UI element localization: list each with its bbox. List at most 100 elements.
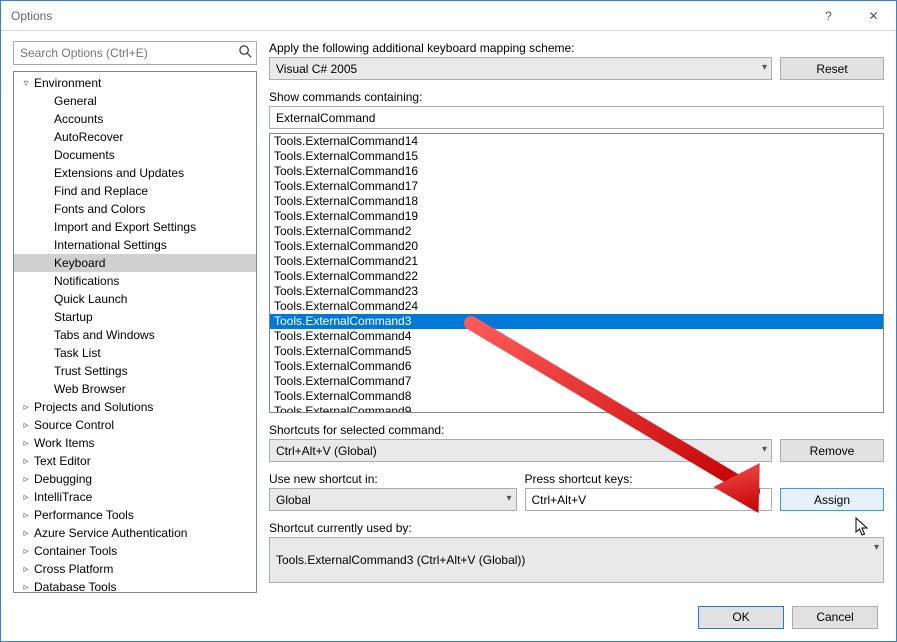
tree-item[interactable]: ▹Cross Platform [14, 560, 256, 578]
expander-closed-icon[interactable]: ▹ [20, 474, 32, 485]
command-list-item[interactable]: Tools.ExternalCommand17 [270, 179, 883, 194]
command-list-item[interactable]: Tools.ExternalCommand2 [270, 224, 883, 239]
tree-item[interactable]: Trust Settings [14, 362, 256, 380]
close-button[interactable]: ✕ [851, 1, 896, 31]
command-list-item[interactable]: Tools.ExternalCommand14 [270, 134, 883, 149]
tree-item[interactable]: ▹Azure Service Authentication [14, 524, 256, 542]
tree-item-label: Task List [52, 346, 101, 360]
tree-item-label: Find and Replace [52, 184, 148, 198]
current-shortcut-value: Ctrl+Alt+V (Global) [276, 444, 377, 458]
tree-item[interactable]: Task List [14, 344, 256, 362]
command-list[interactable]: Tools.ExternalCommand14Tools.ExternalCom… [269, 133, 884, 413]
press-keys-input[interactable] [525, 488, 773, 511]
command-list-item[interactable]: Tools.ExternalCommand20 [270, 239, 883, 254]
ok-button[interactable]: OK [698, 606, 784, 629]
expander-closed-icon[interactable]: ▹ [20, 510, 32, 521]
tree-item[interactable]: General [14, 92, 256, 110]
expander-open-icon[interactable]: ▿ [20, 78, 32, 89]
expander-closed-icon[interactable]: ▹ [20, 564, 32, 575]
chevron-down-icon: ▾ [874, 542, 879, 553]
tree-item[interactable]: ▹Work Items [14, 434, 256, 452]
tree-item[interactable]: ▹Debugging [14, 470, 256, 488]
tree-item[interactable]: AutoRecover [14, 128, 256, 146]
dialog-body: ▿Environment General AccountsAutoRecoverDo… [1, 31, 896, 593]
command-list-item[interactable]: Tools.ExternalCommand19 [270, 209, 883, 224]
tree-item-label: Environment [32, 76, 101, 90]
search-input[interactable] [13, 41, 257, 65]
tree-item[interactable]: ▹Performance Tools [14, 506, 256, 524]
expander-closed-icon[interactable]: ▹ [20, 528, 32, 539]
tree-item[interactable]: Extensions and Updates [14, 164, 256, 182]
remove-button-label: Remove [810, 444, 855, 458]
tree-item[interactable]: ▹Source Control [14, 416, 256, 434]
command-list-item[interactable]: Tools.ExternalCommand22 [270, 269, 883, 284]
tree-item-label: Extensions and Updates [52, 166, 184, 180]
show-commands-label: Show commands containing: [269, 90, 884, 104]
command-list-item[interactable]: Tools.ExternalCommand5 [270, 344, 883, 359]
scope-select[interactable]: Global ▾ [269, 488, 517, 511]
tree-item[interactable]: ▹Container Tools [14, 542, 256, 560]
command-list-item[interactable]: Tools.ExternalCommand9 [270, 404, 883, 413]
category-tree[interactable]: ▿Environment General AccountsAutoRecoverDo… [13, 71, 257, 593]
tree-item[interactable]: Tabs and Windows [14, 326, 256, 344]
expander-closed-icon[interactable]: ▹ [20, 456, 32, 467]
command-list-item[interactable]: Tools.ExternalCommand7 [270, 374, 883, 389]
used-by-select[interactable]: Tools.ExternalCommand3 (Ctrl+Alt+V (Glob… [269, 537, 884, 583]
command-list-item[interactable]: Tools.ExternalCommand23 [270, 284, 883, 299]
tree-item[interactable]: Notifications [14, 272, 256, 290]
tree-item[interactable]: Keyboard [14, 254, 256, 272]
tree-item[interactable]: ▿Environment [14, 74, 256, 92]
tree-item[interactable]: International Settings [14, 236, 256, 254]
expander-closed-icon[interactable]: ▹ [20, 546, 32, 557]
tree-item[interactable]: Accounts [14, 110, 256, 128]
expander-closed-icon[interactable]: ▹ [20, 582, 32, 593]
command-list-item[interactable]: Tools.ExternalCommand24 [270, 299, 883, 314]
expander-closed-icon[interactable]: ▹ [20, 420, 32, 431]
tree-item[interactable]: Import and Export Settings [14, 218, 256, 236]
command-list-item[interactable]: Tools.ExternalCommand18 [270, 194, 883, 209]
tree-item[interactable]: ▹Text Editor [14, 452, 256, 470]
tree-item[interactable]: Startup [14, 308, 256, 326]
remove-button[interactable]: Remove [780, 439, 884, 462]
tree-item[interactable]: Find and Replace [14, 182, 256, 200]
command-list-item[interactable]: Tools.ExternalCommand15 [270, 149, 883, 164]
expander-closed-icon[interactable]: ▹ [20, 492, 32, 503]
tree-item[interactable]: Web Browser [14, 380, 256, 398]
tree-item[interactable]: Documents [14, 146, 256, 164]
tree-item-label: Debugging [32, 472, 92, 486]
tree-item[interactable]: ▹Projects and Solutions [14, 398, 256, 416]
command-list-item[interactable]: Tools.ExternalCommand21 [270, 254, 883, 269]
tree-item-label: Startup [52, 310, 93, 324]
tree-item[interactable]: ▹IntelliTrace [14, 488, 256, 506]
tree-item-label: Source Control [32, 418, 114, 432]
tree-item[interactable]: ▹Database Tools [14, 578, 256, 593]
assign-button[interactable]: Assign [780, 488, 884, 511]
command-filter-input[interactable] [269, 106, 884, 129]
tree-item-label: Fonts and Colors [52, 202, 145, 216]
command-list-item[interactable]: Tools.ExternalCommand3 [270, 314, 883, 329]
used-by-value: Tools.ExternalCommand3 (Ctrl+Alt+V (Glob… [276, 553, 525, 567]
tree-item[interactable]: Quick Launch [14, 290, 256, 308]
tree-item-label: General [52, 94, 97, 108]
cancel-button[interactable]: Cancel [792, 606, 878, 629]
command-list-item[interactable]: Tools.ExternalCommand16 [270, 164, 883, 179]
command-list-item[interactable]: Tools.ExternalCommand4 [270, 329, 883, 344]
expander-closed-icon[interactable]: ▹ [20, 402, 32, 413]
command-list-item[interactable]: Tools.ExternalCommand6 [270, 359, 883, 374]
help-button[interactable]: ? [806, 1, 851, 31]
tree-item-label: Notifications [52, 274, 119, 288]
assign-button-label: Assign [814, 493, 850, 507]
expander-closed-icon[interactable]: ▹ [20, 438, 32, 449]
tree-item-label: International Settings [52, 238, 167, 252]
tree-item-label: Performance Tools [32, 508, 134, 522]
scheme-select[interactable]: Visual C# 2005 ▾ [269, 57, 772, 80]
tree-item-label: Azure Service Authentication [32, 526, 187, 540]
cancel-button-label: Cancel [816, 610, 853, 624]
reset-button[interactable]: Reset [780, 57, 884, 80]
tree-item-label: Database Tools [32, 580, 117, 593]
current-shortcut-select[interactable]: Ctrl+Alt+V (Global) ▾ [269, 439, 772, 462]
tree-item[interactable]: Fonts and Colors [14, 200, 256, 218]
options-dialog: Options ? ✕ ▿EnvironmentGeneralAccountsA… [0, 0, 897, 642]
command-list-item[interactable]: Tools.ExternalCommand8 [270, 389, 883, 404]
tree-item-label: Text Editor [32, 454, 91, 468]
